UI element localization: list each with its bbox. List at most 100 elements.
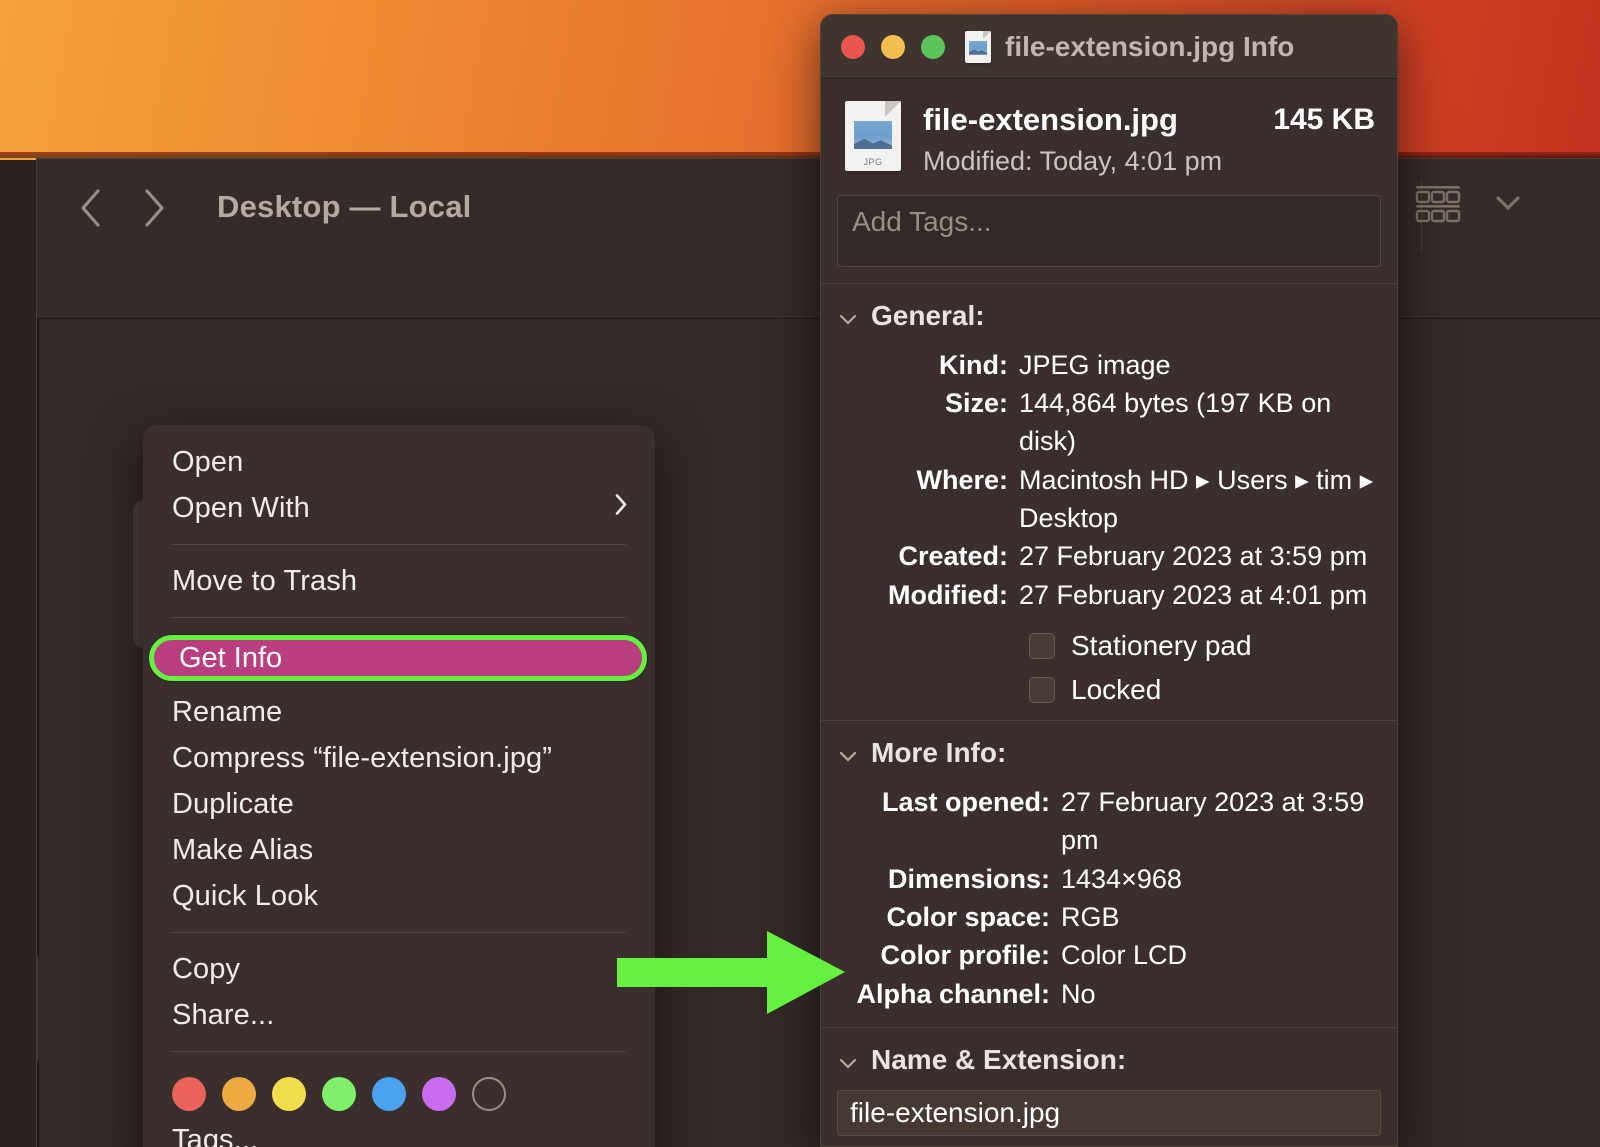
row-value: Desktop [1019, 499, 1397, 537]
group-view-icon[interactable] [1414, 183, 1462, 228]
menu-item-make-alias[interactable]: Make Alias [143, 827, 655, 873]
table-row: Alpha channel: No [821, 975, 1397, 1013]
row-value: 27 February 2023 at 3:59 pm [1019, 537, 1397, 575]
row-value: 27 February 2023 at 4:01 pm [1019, 576, 1397, 614]
menu-item-move-to-trash[interactable]: Move to Trash [143, 558, 655, 604]
locked-label: Locked [1071, 674, 1161, 706]
section-general: General: Kind: JPEG image Size: 144,864 … [821, 284, 1397, 720]
row-value: 27 February 2023 at 3:59 pm [1061, 783, 1397, 860]
row-key: Color space: [821, 898, 1061, 936]
row-key [821, 499, 1019, 537]
chevron-down-icon[interactable] [1494, 193, 1522, 218]
row-key: Kind: [821, 346, 1019, 384]
section-general-header[interactable]: General: [821, 296, 1397, 336]
filename-input[interactable]: file-extension.jpg [837, 1090, 1381, 1136]
tag-color-blue[interactable] [372, 1077, 406, 1111]
finder-nav-buttons [77, 187, 167, 229]
tag-color-green[interactable] [322, 1077, 356, 1111]
add-tags-input[interactable]: Add Tags... [837, 195, 1381, 267]
row-key: Color profile: [821, 936, 1061, 974]
section-name-extension-label: Name & Extension: [871, 1044, 1126, 1076]
menu-item-label: Rename [172, 696, 282, 729]
menu-separator [172, 617, 626, 618]
row-value: Macintosh HD ▸ Users ▸ tim ▸ [1019, 461, 1397, 499]
info-window-title-group: file-extension.jpg Info [965, 31, 1294, 63]
row-value: Color LCD [1061, 936, 1397, 974]
menu-item-label: Tags... [172, 1124, 258, 1147]
section-more-info-header[interactable]: More Info: [821, 733, 1397, 773]
row-value: JPEG image [1019, 346, 1397, 384]
menu-separator [172, 1051, 626, 1052]
minimize-icon[interactable] [881, 35, 905, 59]
get-info-highlight-wrapper: Get Info [147, 631, 651, 685]
menu-item-label: Duplicate [172, 788, 294, 821]
more-info-properties: Last opened: 27 February 2023 at 3:59 pm… [821, 783, 1397, 1013]
general-properties: Kind: JPEG image Size: 144,864 bytes (19… [821, 346, 1397, 614]
tag-color-purple[interactable] [422, 1077, 456, 1111]
jpeg-document-icon [965, 31, 991, 63]
row-key: Last opened: [821, 783, 1061, 860]
menu-item-label: Open With [172, 492, 310, 525]
stationery-pad-checkbox-row[interactable]: Stationery pad [821, 630, 1397, 662]
row-key: Alpha channel: [821, 975, 1061, 1013]
menu-item-label: Get Info [179, 642, 282, 675]
menu-item-label: Move to Trash [172, 565, 357, 598]
chevron-right-icon [613, 492, 629, 525]
menu-item-open[interactable]: Open [143, 439, 655, 485]
menu-item-duplicate[interactable]: Duplicate [143, 781, 655, 827]
stationery-pad-checkbox[interactable] [1029, 633, 1055, 659]
tag-color-swatches [143, 1065, 655, 1117]
section-name-extension: Name & Extension: file-extension.jpg Hid… [821, 1028, 1397, 1147]
chevron-left-icon[interactable] [77, 187, 103, 229]
row-key: Created: [821, 537, 1019, 575]
info-window-titlebar[interactable]: file-extension.jpg Info [821, 15, 1397, 79]
menu-item-tags[interactable]: Tags... [143, 1117, 655, 1147]
info-filename: file-extension.jpg [923, 101, 1251, 140]
context-menu: Open Open With Move to Trash Get Info Re… [143, 425, 655, 1147]
locked-checkbox-row[interactable]: Locked [821, 674, 1397, 706]
menu-item-label: Open [172, 446, 243, 479]
green-pointer-arrow [617, 925, 847, 1025]
menu-item-label: Share... [172, 999, 274, 1032]
info-header: JPG file-extension.jpg Modified: Today, … [821, 79, 1397, 195]
menu-item-rename[interactable]: Rename [143, 689, 655, 735]
row-value: No [1061, 975, 1397, 1013]
finder-window-title: Desktop — Local [217, 189, 472, 225]
menu-item-label: Copy [172, 953, 240, 986]
table-row: Kind: JPEG image [821, 346, 1397, 384]
menu-item-label: Make Alias [172, 834, 313, 867]
tag-color-red[interactable] [172, 1077, 206, 1111]
disclosure-open-icon[interactable] [839, 1044, 857, 1076]
locked-checkbox[interactable] [1029, 677, 1055, 703]
section-more-info-label: More Info: [871, 737, 1006, 769]
section-more-info: More Info: Last opened: 27 February 2023… [821, 721, 1397, 1027]
chevron-right-icon[interactable] [141, 187, 167, 229]
menu-item-share[interactable]: Share... [143, 992, 655, 1038]
tag-color-yellow[interactable] [272, 1077, 306, 1111]
table-row: Color profile: Color LCD [821, 936, 1397, 974]
row-value: 144,864 bytes (197 KB on disk) [1019, 384, 1397, 461]
row-value: RGB [1061, 898, 1397, 936]
file-type-icon-large: JPG [845, 101, 901, 171]
section-name-extension-header[interactable]: Name & Extension: [821, 1040, 1397, 1080]
info-window-title-text: file-extension.jpg Info [1005, 31, 1294, 63]
tag-color-none[interactable] [472, 1077, 506, 1111]
disclosure-open-icon[interactable] [839, 737, 857, 769]
maximize-icon[interactable] [921, 35, 945, 59]
menu-item-label: Compress “file-extension.jpg” [172, 742, 552, 775]
menu-item-copy[interactable]: Copy [143, 946, 655, 992]
menu-item-quick-look[interactable]: Quick Look [143, 873, 655, 919]
row-key: Modified: [821, 576, 1019, 614]
sidebar-scroll-handle[interactable] [36, 949, 39, 1069]
menu-item-get-info[interactable]: Get Info [149, 635, 647, 681]
row-value: 1434×968 [1061, 860, 1397, 898]
menu-item-compress[interactable]: Compress “file-extension.jpg” [143, 735, 655, 781]
close-icon[interactable] [841, 35, 865, 59]
tag-color-orange[interactable] [222, 1077, 256, 1111]
table-row: Where: Macintosh HD ▸ Users ▸ tim ▸ [821, 461, 1397, 499]
row-key: Where: [821, 461, 1019, 499]
menu-item-label: Quick Look [172, 880, 318, 913]
table-row: Size: 144,864 bytes (197 KB on disk) [821, 384, 1397, 461]
menu-item-open-with[interactable]: Open With [143, 485, 655, 531]
disclosure-open-icon[interactable] [839, 300, 857, 332]
